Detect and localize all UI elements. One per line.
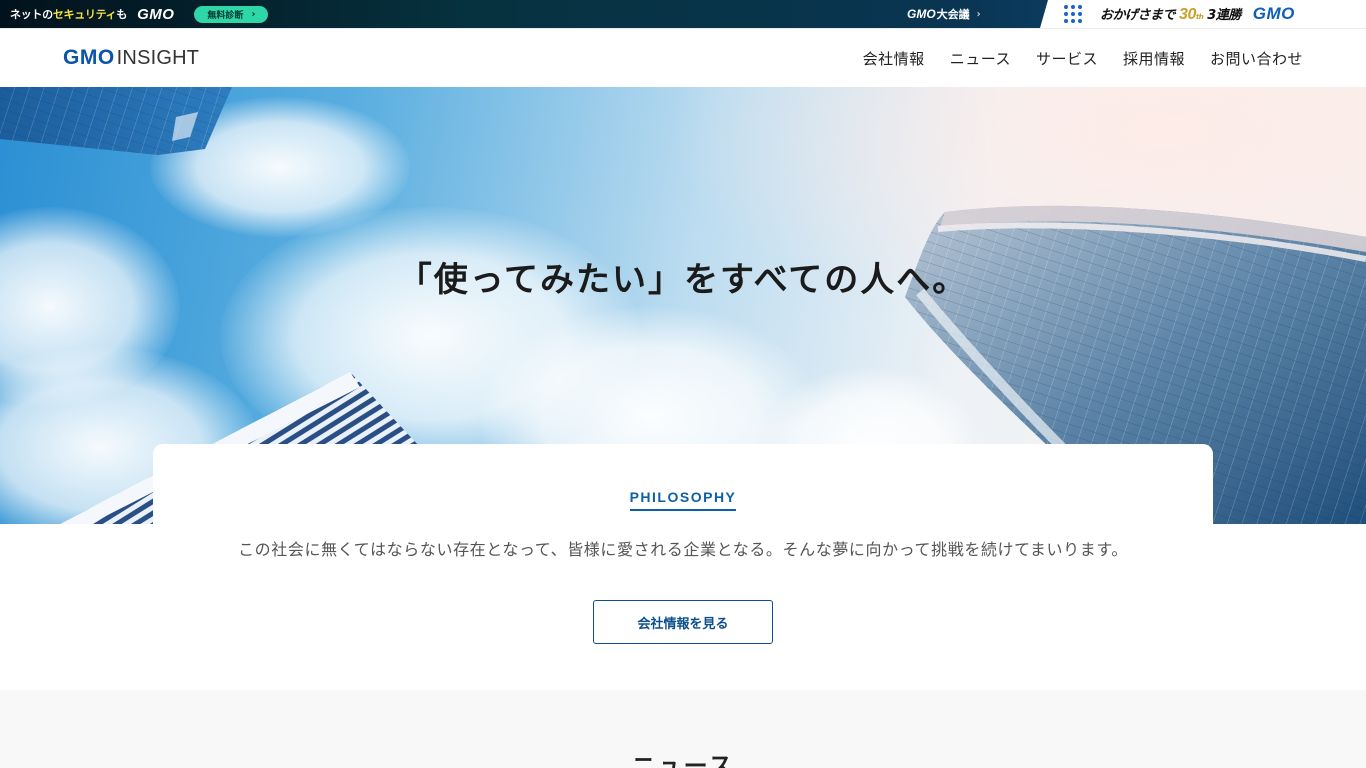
logo-gmo-text: GMO	[63, 46, 115, 69]
chevron-right-icon: ›	[251, 8, 256, 20]
news-section: ニュース	[0, 690, 1366, 768]
chevron-right-icon: ›	[976, 8, 981, 20]
philosophy-text: この社会に無くてはならない存在となって、皆様に愛される企業となる。そんな夢に向か…	[238, 540, 1128, 559]
gmo-group-topbar: ネットのセキュリティも GMO 無料診断 › GMO 大会議 › おかげさまで 30t…	[0, 0, 1366, 28]
nav-item-news[interactable]: ニュース	[950, 48, 1011, 69]
view-company-info-button[interactable]: 会社情報を見る	[593, 600, 773, 644]
news-heading: ニュース	[631, 752, 735, 768]
security-promo-text: ネットのセキュリティも	[10, 8, 128, 21]
logo-insight-text: INSIGHT	[116, 47, 200, 69]
free-diagnosis-button[interactable]: 無料診断 ›	[194, 5, 269, 23]
anniversary-banner-text: おかげさまで 30th 3連勝	[1100, 6, 1241, 23]
gmo-brand-logo[interactable]: GMO	[1253, 4, 1295, 24]
security-promo[interactable]: ネットのセキュリティも GMO 無料診断 ›	[10, 0, 269, 28]
nav-item-company[interactable]: 会社情報	[863, 48, 925, 69]
gmo-group-banner: おかげさまで 30th 3連勝 GMO	[1040, 0, 1366, 28]
philosophy-card	[153, 444, 1213, 604]
nav-item-service[interactable]: サービス	[1036, 48, 1098, 69]
gmo-conference-link[interactable]: GMO 大会議 ›	[907, 0, 981, 28]
gmo-insight-logo[interactable]: GMO INSIGHT	[63, 46, 200, 70]
site-header: GMO INSIGHT 会社情報 ニュース サービス 採用情報 お問い合わせ	[0, 28, 1366, 87]
nav-item-contact[interactable]: お問い合わせ	[1210, 48, 1303, 69]
hero-headline: 「使ってみたい」をすべての人へ。	[397, 260, 969, 300]
global-nav: 会社情報 ニュース サービス 採用情報 お問い合わせ	[838, 29, 1303, 87]
gmo-logo-white: GMO	[137, 5, 175, 23]
nav-item-recruit[interactable]: 採用情報	[1123, 48, 1185, 69]
grid-menu-icon[interactable]	[1064, 5, 1082, 23]
philosophy-heading: PHILOSOPHY	[0, 487, 1366, 511]
